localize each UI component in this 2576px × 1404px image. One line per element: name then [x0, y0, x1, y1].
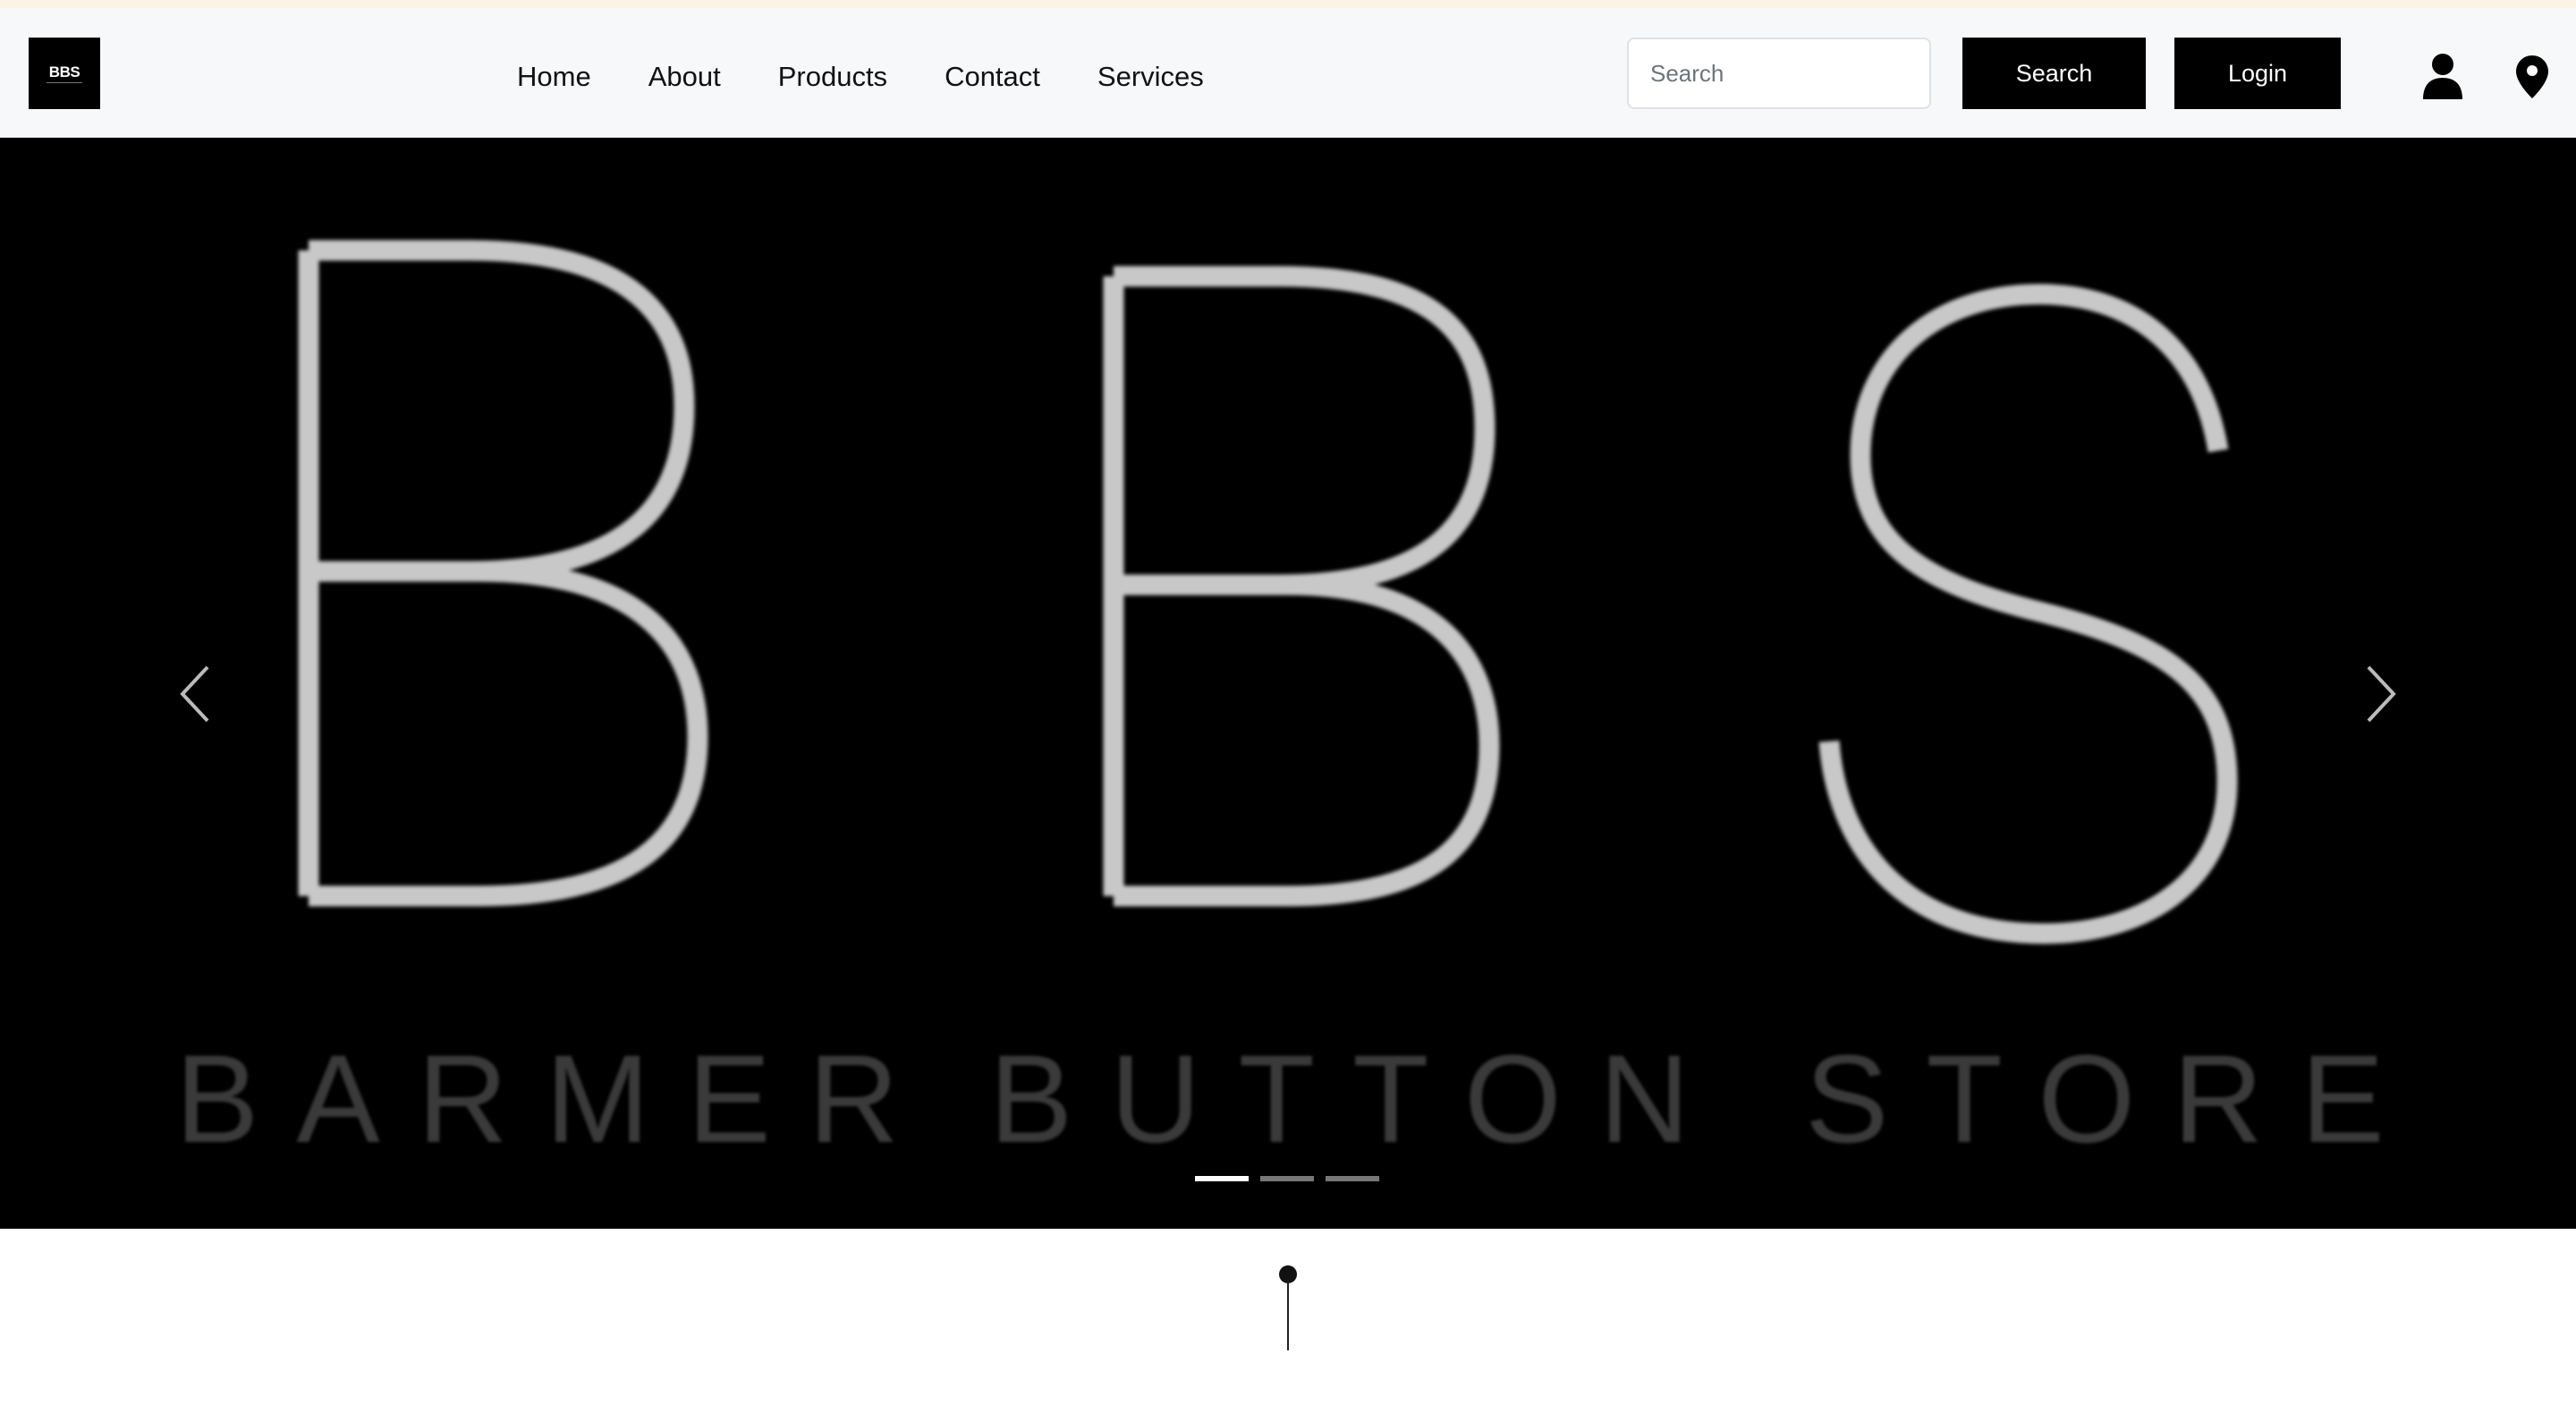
nav-link-home[interactable]: Home [517, 56, 591, 97]
hero-word-store: STORE [1805, 1028, 2422, 1169]
login-button[interactable]: Login [2174, 38, 2341, 109]
user-icon[interactable] [2422, 53, 2463, 99]
hero-letter-b1 [298, 240, 708, 907]
hero-letter-s [1818, 283, 2238, 944]
hero-word-button: BUTTON [989, 1028, 1727, 1169]
search-input[interactable] [1627, 38, 1931, 109]
carousel-indicators [1195, 1176, 1379, 1181]
navbar: BBS Home About Products Contact Services… [0, 8, 2576, 138]
brand-logo-text: BBS [48, 63, 80, 80]
nav-link-services[interactable]: Services [1097, 56, 1204, 97]
nav-link-products[interactable]: Products [778, 56, 887, 97]
scroll-indicator-line [1287, 1281, 1289, 1350]
chevron-left-icon[interactable] [166, 647, 220, 737]
brand-logo-underline [47, 81, 82, 83]
nav-link-about[interactable]: About [648, 56, 721, 97]
top-accent-line [0, 0, 2576, 8]
carousel-indicator-1[interactable] [1195, 1176, 1249, 1181]
hero-carousel: BARMER BUTTON STORE [0, 138, 2576, 1229]
hero-word-barmer: BARMER [175, 1028, 936, 1169]
search-button[interactable]: Search [1962, 38, 2146, 109]
carousel-indicator-3[interactable] [1326, 1176, 1379, 1181]
main-nav: Home About Products Contact Services [517, 56, 1261, 97]
carousel-indicator-2[interactable] [1260, 1176, 1314, 1181]
nav-link-contact[interactable]: Contact [945, 56, 1040, 97]
chevron-right-icon[interactable] [2356, 647, 2410, 737]
brand-logo[interactable]: BBS [29, 38, 100, 109]
map-pin-icon[interactable] [2515, 55, 2549, 99]
hero-letter-b2 [1103, 266, 1500, 907]
